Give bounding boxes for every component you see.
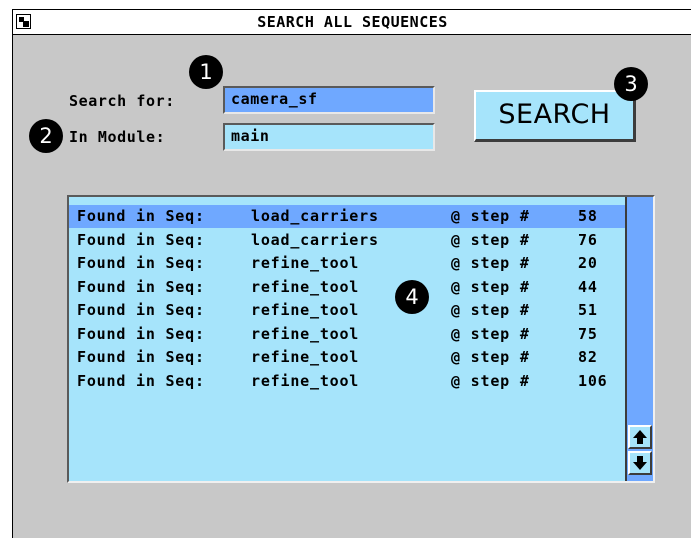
search-button[interactable]: SEARCH (474, 90, 636, 142)
result-sequence: refine_tool (251, 277, 360, 296)
result-sequence: refine_tool (251, 371, 360, 390)
in-module-label: In Module: (69, 128, 166, 146)
search-input[interactable]: camera_sf (223, 86, 435, 114)
result-step: 20 (578, 254, 598, 272)
result-step-label: @ step # (451, 371, 530, 390)
result-step-label: @ step # (451, 301, 530, 319)
search-for-label: Search for: (69, 92, 175, 110)
result-row[interactable]: Found in Seq: load_carriers @ step # 76 (69, 229, 625, 252)
scroll-up-button[interactable] (628, 425, 652, 449)
scroll-down-button[interactable] (628, 451, 652, 475)
result-row[interactable]: Found in Seq: refine_tool @ step # 75 (69, 323, 625, 346)
title-bar: SEARCH ALL SEQUENCES (13, 10, 691, 35)
result-prefix: Found in Seq: (77, 371, 205, 390)
window-title: SEARCH ALL SEQUENCES (257, 13, 448, 31)
result-step: 44 (578, 277, 598, 296)
result-prefix: Found in Seq: (77, 230, 205, 249)
search-all-sequences-window: SEARCH ALL SEQUENCES Search for: camera_… (12, 9, 691, 538)
result-sequence: load_carriers (251, 207, 379, 225)
result-sequence: refine_tool (251, 254, 360, 272)
result-row[interactable]: Found in Seq: refine_tool @ step # 20 (69, 252, 625, 275)
results-scrollbar[interactable] (625, 197, 653, 481)
result-step: 106 (578, 371, 608, 390)
result-sequence: refine_tool (251, 324, 360, 343)
result-step-label: @ step # (451, 207, 530, 225)
result-row[interactable]: Found in Seq: refine_tool @ step # 106 (69, 370, 625, 393)
result-row[interactable]: Found in Seq: load_carriers @ step # 58 (69, 205, 625, 228)
module-input[interactable]: main (223, 123, 435, 151)
result-step: 75 (578, 324, 598, 343)
result-step: 58 (578, 207, 598, 225)
result-step: 76 (578, 230, 598, 249)
callout-2: 2 (29, 119, 63, 153)
result-step-label: @ step # (451, 348, 530, 366)
result-row[interactable]: Found in Seq: refine_tool @ step # 44 (69, 276, 625, 299)
result-sequence: refine_tool (251, 301, 360, 319)
callout-3: 3 (614, 67, 648, 101)
callout-4: 4 (395, 280, 429, 314)
result-sequence: refine_tool (251, 348, 360, 366)
result-prefix: Found in Seq: (77, 301, 205, 319)
result-prefix: Found in Seq: (77, 277, 205, 296)
callout-1: 1 (189, 55, 223, 89)
result-row[interactable]: Found in Seq: refine_tool @ step # 82 (69, 346, 625, 369)
result-step-label: @ step # (451, 254, 530, 272)
result-step: 82 (578, 348, 598, 366)
arrow-up-icon (633, 430, 647, 444)
result-step-label: @ step # (451, 277, 530, 296)
result-prefix: Found in Seq: (77, 207, 205, 225)
result-prefix: Found in Seq: (77, 324, 205, 343)
arrow-down-icon (633, 456, 647, 470)
result-sequence: load_carriers (251, 230, 379, 249)
result-prefix: Found in Seq: (77, 348, 205, 366)
result-prefix: Found in Seq: (77, 254, 205, 272)
result-step-label: @ step # (451, 230, 530, 249)
results-list: Found in Seq: load_carriers @ step #58 Foun… (67, 195, 655, 483)
result-step-label: @ step # (451, 324, 530, 343)
result-row[interactable]: Found in Seq: refine_tool @ step # 51 (69, 299, 625, 322)
result-step: 51 (578, 301, 598, 319)
